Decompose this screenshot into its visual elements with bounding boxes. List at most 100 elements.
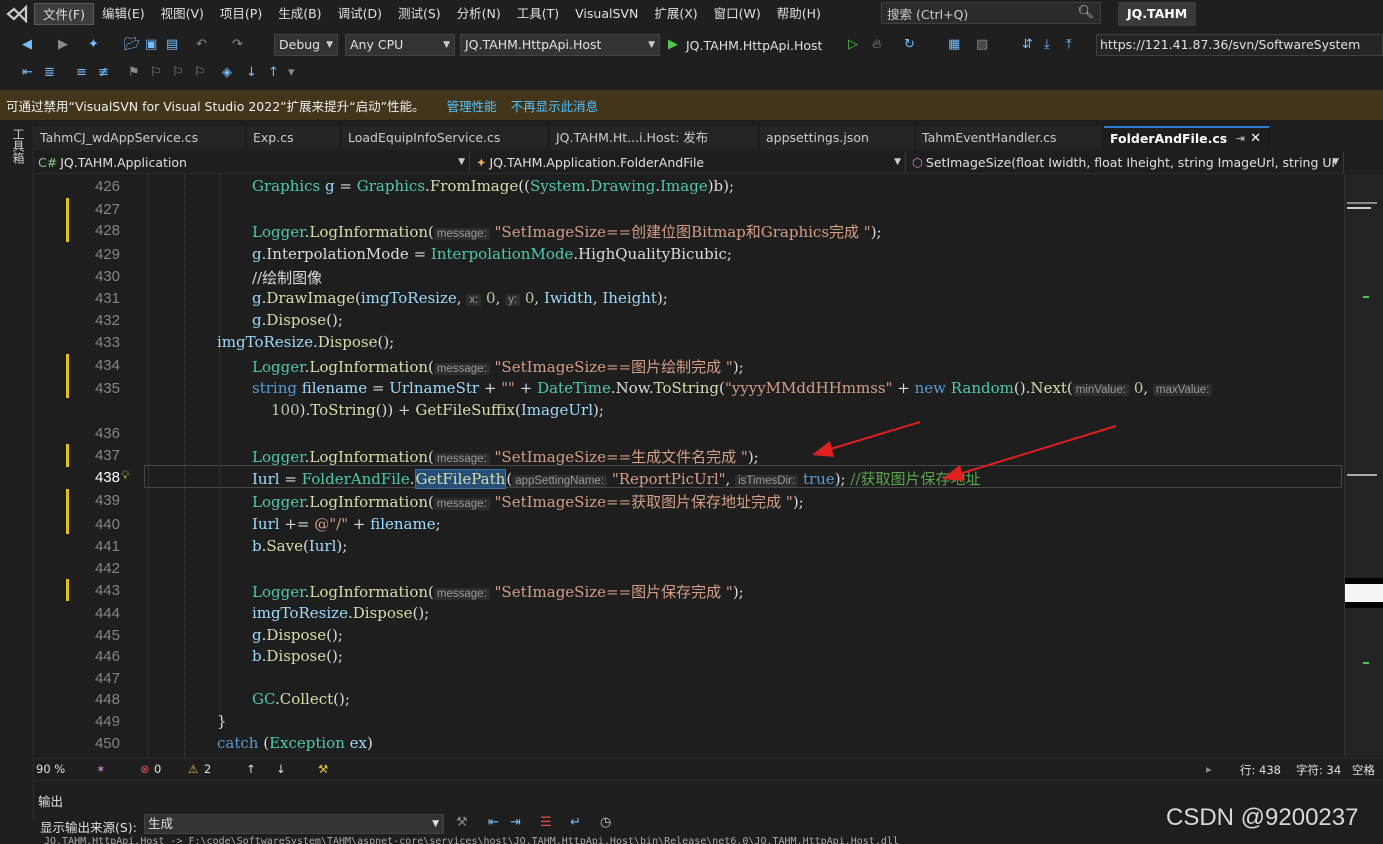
menu-test[interactable]: 测试(S) <box>390 3 449 25</box>
redo-icon[interactable]: ↷ <box>232 32 243 58</box>
editor-status-bar: 90 % ✶ ⊗ 0 ⚠ 2 ↑ ↓ ⚒ ▸ 行: 438 字符: 34 空格 <box>34 758 1383 778</box>
output-source-select[interactable]: 生成 ▼ <box>144 814 444 834</box>
copilot-icon[interactable]: ✶ <box>96 762 106 776</box>
quick-info-icon[interactable]: ≣ <box>44 60 55 86</box>
start-without-debugging-icon[interactable]: ▷ <box>848 32 858 58</box>
navigate-forward-icon[interactable]: ▶ <box>58 32 68 58</box>
menu-extensions[interactable]: 扩展(X) <box>646 3 705 25</box>
method-icon: ⬡ <box>912 155 923 170</box>
document-tab-bar: TahmCJ_wdAppService.cs Exp.cs LoadEquipI… <box>34 126 1383 150</box>
go-to-previous-icon[interactable]: ⇤ <box>488 815 499 830</box>
new-project-icon[interactable]: ✦ <box>88 32 99 58</box>
output-text-line: JQ.TAHM.HttpApi.Host -> F:\code\Software… <box>44 836 899 844</box>
output-panel-title[interactable]: 输出 <box>38 791 63 810</box>
menu-help[interactable]: 帮助(H) <box>769 3 829 25</box>
scrollbar-mark <box>1363 296 1369 298</box>
menu-visualsvn[interactable]: VisualSVN <box>567 3 646 25</box>
cursor-line: 行: 438 <box>1240 763 1281 777</box>
menu-tools[interactable]: 工具(T) <box>509 3 567 25</box>
annotation-arrows <box>812 421 1117 481</box>
svn-update-icon[interactable]: ⤓ <box>1044 32 1050 58</box>
output-source-value: 生成 <box>148 816 174 831</box>
clear-bookmarks-icon[interactable]: ⚐ <box>194 60 206 86</box>
tab-exp[interactable]: Exp.cs <box>247 126 341 150</box>
go-to-next-icon[interactable]: ⇥ <box>510 815 521 830</box>
arrow-down-icon[interactable]: ↓ <box>246 60 257 86</box>
annotation-arrow <box>812 421 921 457</box>
navigate-back-icon[interactable]: ◀ <box>22 32 32 58</box>
tab-appsettings[interactable]: appsettings.json <box>760 126 915 150</box>
save-icon[interactable]: ▣ <box>145 32 157 58</box>
menu-file[interactable]: 文件(F) <box>34 3 94 25</box>
word-wrap-icon[interactable]: ↵ <box>570 815 581 830</box>
toolbar-overflow-icon[interactable]: ▾ <box>288 60 295 86</box>
platform-select[interactable]: Any CPU ▼ <box>345 34 455 56</box>
member-dropdown[interactable]: ⬡ SetImageSize(float Iwidth, float Iheigh… <box>908 152 1344 173</box>
run-target-label[interactable]: JQ.TAHM.HttpApi.Host <box>686 38 822 53</box>
hot-reload-icon[interactable]: 🔥︎ <box>872 32 882 58</box>
class-name: JQ.TAHM.Application.FolderAndFile <box>489 155 705 170</box>
comment-icon[interactable]: ≡ <box>76 60 87 86</box>
project-dropdown[interactable]: C# JQ.TAHM.Application ▼ <box>34 152 470 173</box>
menu-debug[interactable]: 调试(D) <box>330 3 390 25</box>
layout-icon[interactable]: ▧ <box>976 32 988 58</box>
class-dropdown[interactable]: ✦ JQ.TAHM.Application.FolderAndFile ▼ <box>472 152 906 173</box>
menu-view[interactable]: 视图(V) <box>153 3 212 25</box>
tab-folderandfile[interactable]: FolderAndFile.cs ⇥ ✕ <box>1104 126 1270 150</box>
project-name: JQ.TAHM.Application <box>60 155 187 170</box>
prev-bookmark-icon[interactable]: ⚐ <box>150 60 162 86</box>
scrollbar-thumb[interactable] <box>1345 578 1383 608</box>
menu-window[interactable]: 窗口(W) <box>706 3 769 25</box>
svn-commit-icon[interactable]: ⇵ <box>1022 32 1033 58</box>
undo-icon[interactable]: ↶ <box>196 32 207 58</box>
arrow-down-icon[interactable]: ↓ <box>276 762 286 776</box>
find-message-icon[interactable]: ⚒ <box>456 815 468 830</box>
indent-decrease-icon[interactable]: ⇤ <box>22 60 33 86</box>
pin-icon[interactable]: ⇥ <box>1236 128 1245 150</box>
solution-name-badge[interactable]: JQ.TAHM <box>1118 2 1197 26</box>
startup-project-select[interactable]: JQ.TAHM.HttpApi.Host ▼ <box>460 34 660 56</box>
error-count[interactable]: 0 <box>154 762 161 776</box>
vertical-scrollbar-overview[interactable] <box>1344 174 1383 757</box>
bookmark-icon[interactable]: ⚑ <box>128 60 140 86</box>
zoom-level[interactable]: 90 % <box>36 762 65 776</box>
toolbox-tab[interactable]: 工具箱 <box>10 128 25 164</box>
menu-build[interactable]: 生成(B) <box>270 3 329 25</box>
refresh-icon[interactable]: ↻ <box>904 32 915 58</box>
arrow-up-icon[interactable]: ↑ <box>246 762 256 776</box>
clear-all-icon[interactable]: ☰ <box>540 815 552 830</box>
tab-tahmcj-wdappservice[interactable]: TahmCJ_wdAppService.cs <box>34 126 246 150</box>
menu-project[interactable]: 项目(P) <box>212 3 270 25</box>
folder-icon[interactable]: ▦ <box>948 32 960 58</box>
scrollbar-mark <box>1363 662 1369 664</box>
whitespace-mode[interactable]: 空格 <box>1352 762 1375 778</box>
visual-studio-logo-icon[interactable] <box>0 0 34 28</box>
svn-diff-icon[interactable]: ◈ <box>222 60 232 86</box>
tab-loadequipinfoservice[interactable]: LoadEquipInfoService.cs <box>342 126 549 150</box>
menu-analyze[interactable]: 分析(N) <box>449 3 509 25</box>
tab-folderandfile-label: FolderAndFile.cs <box>1110 131 1228 146</box>
tab-httpapi-host-publish[interactable]: JQ.TAHM.Ht...i.Host: 发布 <box>550 126 759 150</box>
search-input[interactable]: 搜索 (Ctrl+Q) 🔍︎ <box>881 2 1101 24</box>
code-cleanup-icon[interactable]: ⚒ <box>318 762 328 776</box>
tab-tahmeventhandler[interactable]: TahmEventHandler.cs <box>916 126 1103 150</box>
scroll-right-icon[interactable]: ▸ <box>1206 762 1212 776</box>
manage-performance-link[interactable]: 管理性能 <box>447 96 497 115</box>
code-editor[interactable]: 💡︎ 426 Graphics g = Graphics.FromImage((S… <box>34 175 1344 757</box>
close-icon[interactable]: ✕ <box>1250 128 1261 150</box>
arrow-up-icon[interactable]: ↑ <box>268 60 279 86</box>
dont-show-again-link[interactable]: 不再显示此消息 <box>511 96 599 115</box>
start-debugging-icon[interactable]: ▶ <box>668 32 678 58</box>
menu-edit[interactable]: 编辑(E) <box>94 3 153 25</box>
chevron-down-icon: ▼ <box>443 40 450 50</box>
svn-upload-icon[interactable]: ⤒ <box>1066 32 1072 58</box>
open-file-icon[interactable]: 📂︎ <box>124 32 141 58</box>
svn-url-field[interactable]: https://121.41.87.36/svn/SoftwareSystem <box>1096 34 1383 56</box>
startup-project-value: JQ.TAHM.HttpApi.Host <box>465 37 602 52</box>
warning-count[interactable]: 2 <box>204 762 211 776</box>
timestamp-icon[interactable]: ◷ <box>600 815 611 830</box>
save-all-icon[interactable]: ▤ <box>166 32 178 58</box>
next-bookmark-icon[interactable]: ⚐ <box>172 60 184 86</box>
uncomment-icon[interactable]: ≢ <box>98 60 109 86</box>
configuration-select[interactable]: Debug ▼ <box>274 34 338 56</box>
